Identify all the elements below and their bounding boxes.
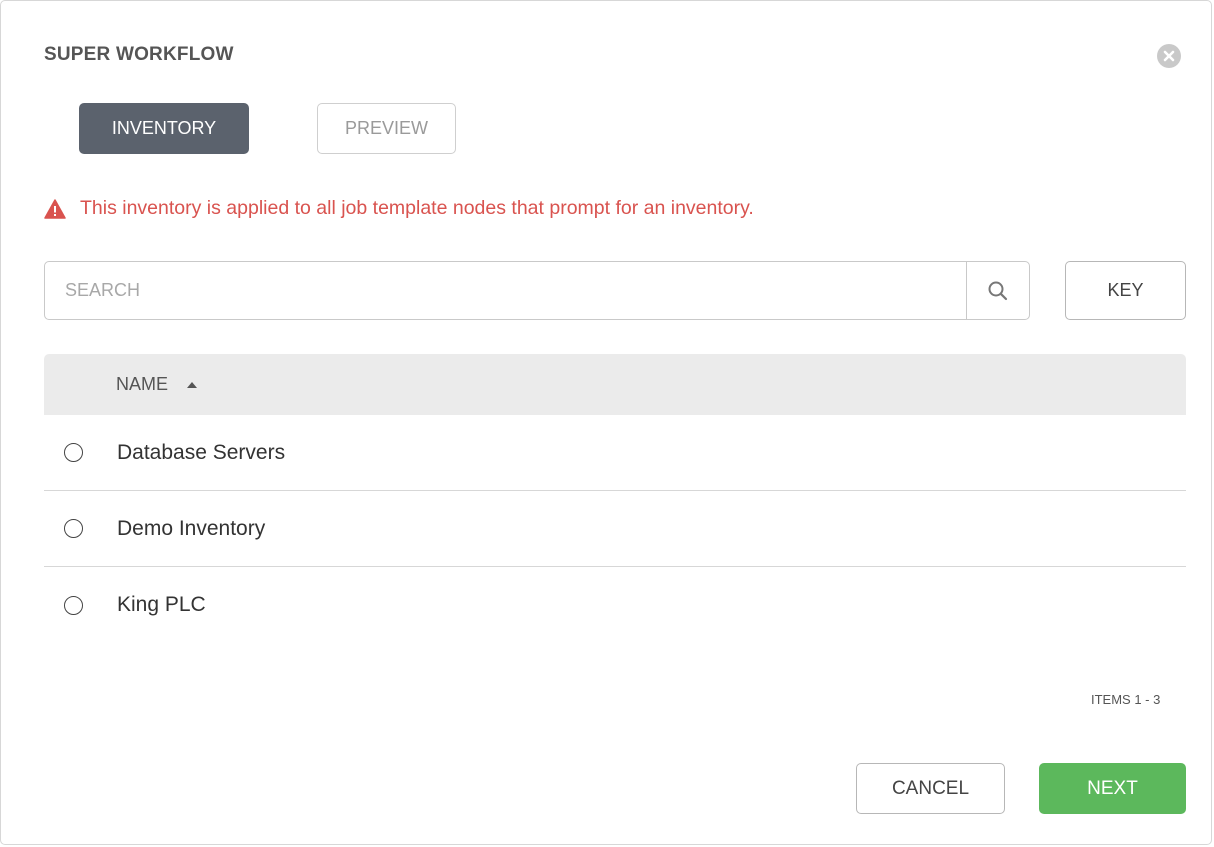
- row-name: King PLC: [117, 593, 206, 616]
- warning-triangle-icon: [44, 198, 66, 219]
- name-column-header[interactable]: NAME: [116, 374, 198, 395]
- row-radio[interactable]: [64, 595, 83, 615]
- row-radio[interactable]: [64, 519, 83, 538]
- table-row[interactable]: Database Servers: [44, 415, 1186, 491]
- search-bar: [44, 261, 1030, 320]
- row-radio[interactable]: [64, 443, 83, 462]
- sort-ascending-icon: [187, 381, 198, 388]
- tab-inventory[interactable]: INVENTORY: [79, 103, 249, 154]
- row-name: Demo Inventory: [117, 516, 266, 540]
- key-button[interactable]: KEY: [1065, 261, 1186, 320]
- workflow-modal: SUPER WORKFLOW INVENTORY PREVIEW This in…: [0, 0, 1212, 845]
- inventory-alert: This inventory is applied to all job tem…: [44, 197, 754, 220]
- search-button[interactable]: [966, 262, 1029, 319]
- cancel-button[interactable]: CANCEL: [856, 763, 1005, 814]
- table-row[interactable]: Demo Inventory: [44, 491, 1186, 567]
- row-name: Database Servers: [117, 440, 286, 464]
- tab-preview[interactable]: PREVIEW: [317, 103, 456, 154]
- search-input[interactable]: [45, 262, 966, 319]
- next-button[interactable]: NEXT: [1039, 763, 1186, 814]
- modal-title: SUPER WORKFLOW: [44, 44, 234, 65]
- name-column-label: NAME: [116, 374, 169, 394]
- items-count: ITEMS 1 - 3: [1091, 692, 1161, 707]
- alert-text: This inventory is applied to all job tem…: [80, 197, 754, 219]
- table-row[interactable]: King PLC: [44, 567, 1186, 643]
- table-header: NAME: [44, 354, 1186, 415]
- search-icon: [988, 281, 1008, 300]
- close-icon[interactable]: [1157, 44, 1181, 68]
